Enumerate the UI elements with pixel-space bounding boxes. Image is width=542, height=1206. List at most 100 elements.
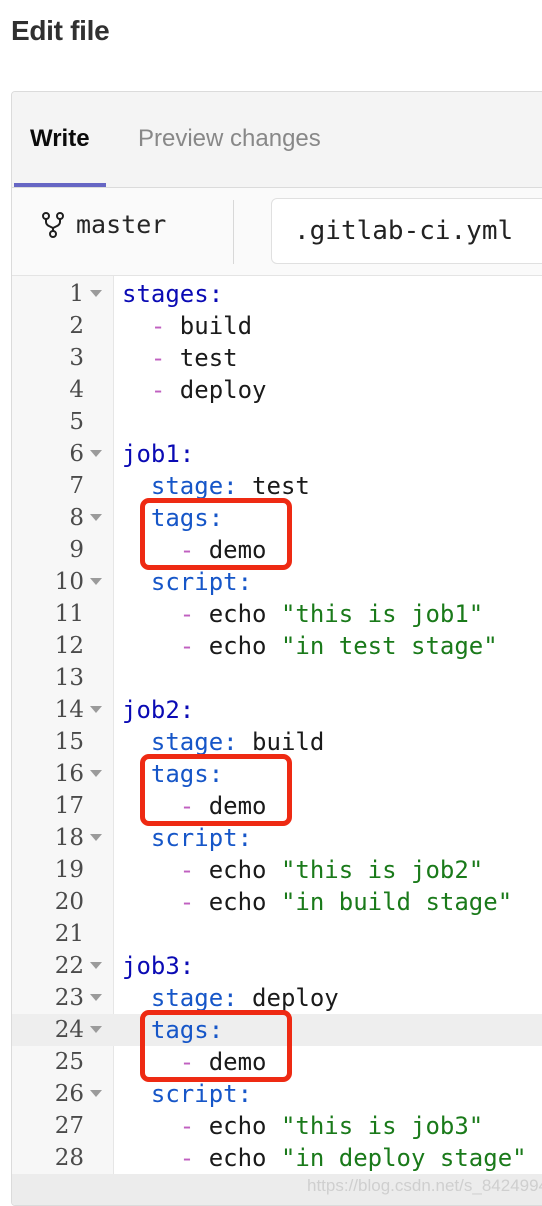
fold-toggle-icon[interactable] [90,994,102,1001]
code-line[interactable]: 16 tags: [12,758,542,790]
code-line[interactable]: 25 - demo [12,1046,542,1078]
line-number: 21 [54,921,84,947]
code-token: - [179,1144,195,1172]
code-line[interactable]: 4 - deploy [12,374,542,406]
code-editor[interactable]: 1 stages: 2 - build 3 - test 4 - deploy 5 6 job… [12,276,542,1205]
code-line[interactable]: 22 job3: [12,950,542,982]
line-number: 11 [54,601,84,627]
fold-toggle-icon[interactable] [90,1090,102,1097]
code-line-text: stage: test [122,470,310,502]
code-line-text: - demo [122,534,267,566]
tab-preview-changes[interactable]: Preview changes [122,92,337,187]
fold-toggle-icon[interactable] [90,706,102,713]
fold-toggle-icon[interactable] [90,962,102,969]
code-line-text: script: [122,822,252,854]
fold-toggle-icon[interactable] [90,834,102,841]
tab-write[interactable]: Write [14,92,106,187]
code-line[interactable]: 20 - echo "in build stage" [12,886,542,918]
fold-toggle-icon[interactable] [90,1026,102,1033]
filename-input[interactable]: .gitlab-ci.yml [271,198,542,264]
code-line[interactable]: 8 tags: [12,502,542,534]
code-line-text: job3: [122,950,194,982]
code-line[interactable]: 1 stages: [12,278,542,310]
code-line[interactable]: 27 - echo "this is job3" [12,1110,542,1142]
code-line[interactable]: 10 script: [12,566,542,598]
code-line[interactable]: 18 script: [12,822,542,854]
code-token: test [165,344,238,372]
code-line[interactable]: 11 - echo "this is job1" [12,598,542,630]
code-token: script: [150,568,253,596]
line-number: 1 [69,281,84,307]
fold-toggle-icon[interactable] [90,450,102,457]
code-token: stage: [150,472,238,500]
code-token: - [179,792,195,820]
code-line[interactable]: 23 stage: deploy [12,982,542,1014]
fold-toggle-icon[interactable] [90,770,102,777]
line-number: 16 [54,761,84,787]
code-token: - [179,888,195,916]
code-line-text: - echo "in build stage" [122,886,512,918]
code-token: stages: [122,280,224,308]
code-token: script: [150,1080,253,1108]
code-token: demo [194,1048,267,1076]
code-line[interactable]: 28 - echo "in deploy stage" [12,1142,542,1174]
code-line-text: stages: [122,278,223,310]
code-token: echo [194,632,281,660]
code-line[interactable]: 15 stage: build [12,726,542,758]
code-line-text: - echo "in test stage" [122,630,498,662]
line-number: 17 [54,793,84,819]
line-number: 5 [69,409,84,435]
code-line-text: stage: deploy [122,982,339,1014]
code-token: - [150,376,166,404]
code-line-text: script: [122,566,252,598]
code-line[interactable]: 5 [12,406,542,438]
code-line[interactable]: 14 job2: [12,694,542,726]
fold-toggle-icon[interactable] [90,290,102,297]
fold-toggle-icon[interactable] [90,514,102,521]
line-number: 28 [54,1145,84,1171]
line-number: 8 [69,505,84,531]
code-line[interactable]: 2 - build [12,310,542,342]
code-token: "in build stage" [280,888,513,916]
page-title: Edit file [11,15,110,46]
code-line[interactable]: 21 [12,918,542,950]
fold-toggle-icon[interactable] [90,578,102,585]
line-number: 26 [54,1081,84,1107]
code-token: - [150,344,166,372]
code-line-text: - deploy [122,374,267,406]
code-line[interactable]: 12 - echo "in test stage" [12,630,542,662]
code-line[interactable]: 26 script: [12,1078,542,1110]
code-line[interactable]: 24 tags: [12,1014,542,1046]
code-line[interactable]: 19 - echo "this is job2" [12,854,542,886]
code-line[interactable]: 6 job1: [12,438,542,470]
edit-file-card: Write Preview changes master .gitlab-ci.… [11,91,542,1206]
line-number: 15 [54,729,84,755]
code-line-text: tags: [122,502,223,534]
code-token: "this is job3" [280,1112,484,1140]
code-token: - [179,1112,195,1140]
code-token: echo [194,856,281,884]
line-number: 10 [54,569,84,595]
code-line[interactable]: 9 - demo [12,534,542,566]
code-token: demo [194,792,267,820]
code-line-text: - build [122,310,252,342]
line-number: 19 [54,857,84,883]
code-line[interactable]: 13 [12,662,542,694]
code-token: "this is job2" [280,856,484,884]
code-token: "this is job1" [280,600,484,628]
branch-selector[interactable]: master [42,210,166,239]
code-line[interactable]: 17 - demo [12,790,542,822]
code-line[interactable]: 7 stage: test [12,470,542,502]
code-line[interactable]: 3 - test [12,342,542,374]
